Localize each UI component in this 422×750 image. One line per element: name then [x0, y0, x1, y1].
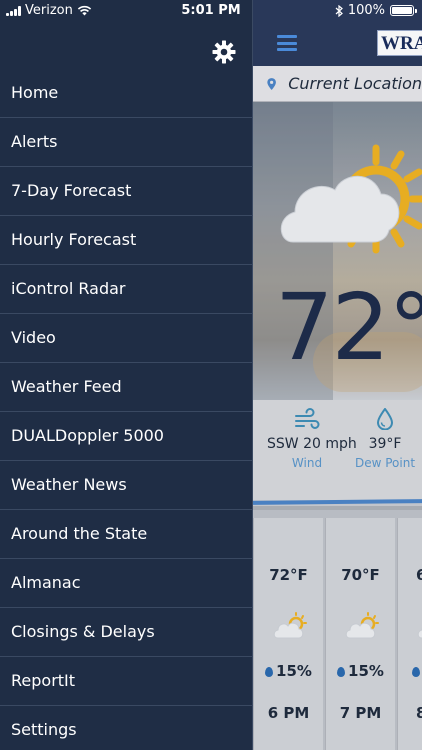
menu-item-video[interactable]: Video [0, 314, 253, 363]
menu-item-almanac[interactable]: Almanac [0, 559, 253, 608]
bluetooth-icon [335, 4, 343, 17]
status-bar: Verizon 5:01 PM 100% [0, 0, 422, 22]
menu-item-weather-news[interactable]: Weather News [0, 461, 253, 510]
menu-item-alerts[interactable]: Alerts [0, 118, 253, 167]
status-right: 100% [335, 3, 417, 18]
menu-item-dualdoppler-5000[interactable]: DUALDoppler 5000 [0, 412, 253, 461]
battery-icon [390, 5, 417, 16]
menu-item-7-day-forecast[interactable]: 7-Day Forecast [0, 167, 253, 216]
menu-item-closings-delays[interactable]: Closings & Delays [0, 608, 253, 657]
drawer-menu: Home Alerts 7-Day Forecast Hourly Foreca… [0, 69, 253, 750]
navigation-drawer: Home Alerts 7-Day Forecast Hourly Foreca… [0, 0, 253, 750]
gear-icon[interactable] [212, 40, 236, 64]
weather-app-screen: WRAL Current Location 72° [253, 0, 422, 750]
menu-item-home[interactable]: Home [0, 69, 253, 118]
menu-item-settings[interactable]: Settings [0, 706, 253, 750]
menu-item-reportit[interactable]: ReportIt [0, 657, 253, 706]
menu-item-around-the-state[interactable]: Around the State [0, 510, 253, 559]
menu-item-icontrol-radar[interactable]: iControl Radar [0, 265, 253, 314]
menu-item-hourly-forecast[interactable]: Hourly Forecast [0, 216, 253, 265]
battery-percent: 100% [347, 3, 385, 18]
menu-item-weather-feed[interactable]: Weather Feed [0, 363, 253, 412]
